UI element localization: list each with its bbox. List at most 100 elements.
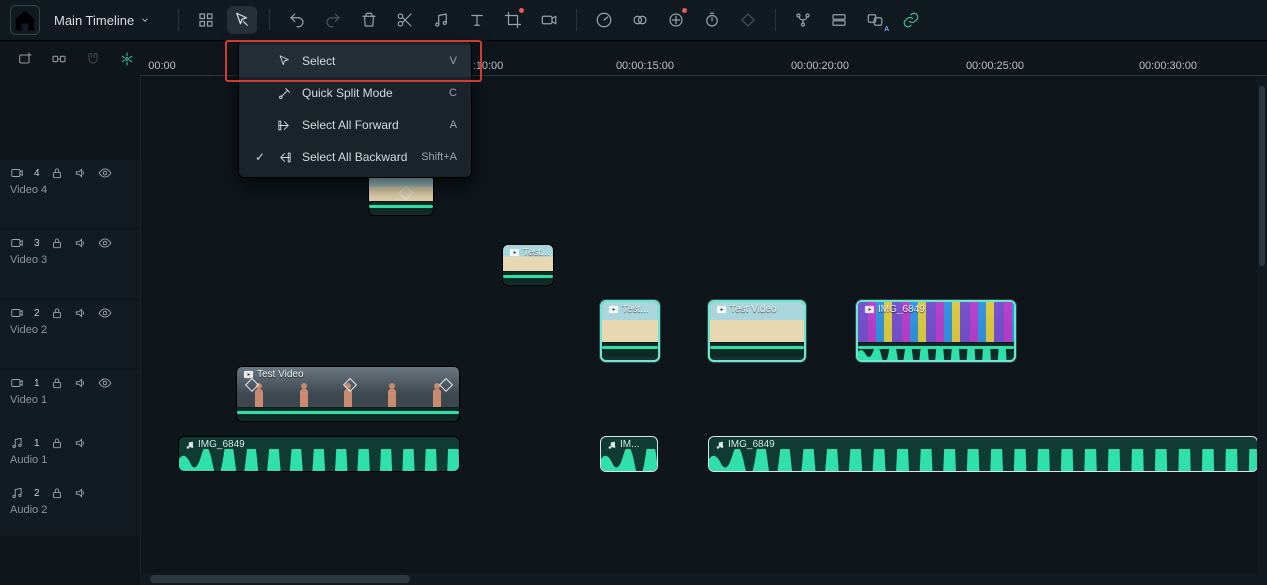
scrollbar-thumb[interactable] bbox=[1259, 86, 1265, 266]
lock-icon bbox=[50, 306, 64, 320]
track-name: Video 3 bbox=[10, 254, 130, 266]
color-button[interactable] bbox=[625, 6, 655, 34]
play-badge-icon bbox=[716, 304, 727, 315]
track-lane-audio2[interactable] bbox=[140, 480, 1267, 524]
undo-button[interactable] bbox=[282, 6, 312, 34]
speed-button[interactable] bbox=[589, 6, 619, 34]
selection-tool-button[interactable] bbox=[227, 6, 257, 34]
eye-icon bbox=[98, 306, 112, 320]
audio-clip-a1a[interactable]: IMG_6849 bbox=[178, 436, 460, 472]
lock-icon bbox=[50, 436, 64, 450]
menu-item-quick-split[interactable]: Quick Split Mode C bbox=[239, 77, 471, 109]
select-backward-icon bbox=[277, 150, 292, 165]
ai-translate-button[interactable]: A bbox=[860, 6, 890, 34]
track-name: Video 4 bbox=[10, 184, 130, 196]
track-name: Video 2 bbox=[10, 324, 130, 336]
clip-v4a[interactable] bbox=[368, 174, 434, 216]
track-header-video1[interactable]: 1 Video 1 bbox=[0, 370, 140, 438]
notification-dot bbox=[519, 8, 524, 13]
audio-clip-a1b[interactable]: IM... bbox=[600, 436, 658, 472]
crop-button[interactable] bbox=[498, 6, 528, 34]
clip-v1a[interactable]: Test Video bbox=[236, 366, 460, 422]
music-track-icon bbox=[10, 436, 24, 450]
crop-icon bbox=[504, 11, 522, 29]
record-button[interactable] bbox=[534, 6, 564, 34]
redo-button[interactable] bbox=[318, 6, 348, 34]
text-button[interactable] bbox=[462, 6, 492, 34]
redo-icon bbox=[324, 11, 342, 29]
clip-v2c[interactable]: IMG_6849 bbox=[856, 300, 1016, 362]
track-name: Audio 2 bbox=[10, 504, 130, 516]
scrollbar-thumb[interactable] bbox=[150, 575, 410, 583]
menu-item-select-backward[interactable]: ✓ Select All Backward Shift+A bbox=[239, 141, 471, 173]
vertical-scrollbar[interactable] bbox=[1257, 76, 1267, 573]
music-badge-icon bbox=[185, 440, 195, 450]
keyframe-button[interactable] bbox=[733, 6, 763, 34]
track-lane-video2[interactable]: Test... Test Video IMG_6849 bbox=[140, 294, 1267, 364]
layout-grid-button[interactable] bbox=[191, 6, 221, 34]
track-lane-audio1[interactable]: IMG_6849 IM... IMG_6849 bbox=[140, 432, 1267, 476]
trash-icon bbox=[360, 11, 378, 29]
branch-icon bbox=[794, 11, 812, 29]
home-icon bbox=[11, 6, 39, 34]
clip-v2a[interactable]: Test... bbox=[600, 300, 660, 362]
delete-button[interactable] bbox=[354, 6, 384, 34]
track-header-audio2[interactable]: 2 Audio 2 bbox=[0, 480, 140, 536]
play-badge-icon bbox=[864, 304, 875, 315]
mute-icon bbox=[74, 376, 88, 390]
top-toolbar: Main Timeline bbox=[0, 0, 1267, 41]
magnet-button[interactable] bbox=[80, 46, 106, 72]
add-track-button[interactable] bbox=[12, 46, 38, 72]
eye-icon bbox=[98, 166, 112, 180]
audio-beat-button[interactable] bbox=[426, 6, 456, 34]
play-badge-icon bbox=[509, 247, 520, 258]
notification-dot bbox=[682, 8, 687, 13]
keyframe-icon bbox=[739, 11, 757, 29]
track-header-video2[interactable]: 2 Video 2 bbox=[0, 300, 140, 368]
link-clips-icon bbox=[51, 51, 67, 67]
ai-fx-button[interactable] bbox=[661, 6, 691, 34]
track-header-video3[interactable]: 3 Video 3 bbox=[0, 230, 140, 298]
clip-v3a[interactable]: Test... bbox=[502, 244, 554, 286]
horizontal-scrollbar[interactable] bbox=[140, 573, 1267, 585]
link-button[interactable] bbox=[896, 6, 926, 34]
ruler-tick: 00:00:15:00 bbox=[616, 60, 674, 72]
blade-icon bbox=[277, 86, 292, 101]
audio-clip-a1c[interactable]: IMG_6849 bbox=[708, 436, 1258, 472]
video-icon bbox=[10, 236, 24, 250]
clip-v2b[interactable]: Test Video bbox=[708, 300, 806, 362]
overlap-icon bbox=[631, 11, 649, 29]
scissors-icon bbox=[396, 11, 414, 29]
chevron-down-icon bbox=[140, 15, 150, 25]
home-button[interactable] bbox=[10, 5, 40, 35]
translate-icon bbox=[866, 11, 884, 29]
ruler-tick: :10:00 bbox=[473, 60, 504, 72]
mute-icon bbox=[74, 306, 88, 320]
track-tool-a[interactable] bbox=[788, 6, 818, 34]
video-icon bbox=[10, 306, 24, 320]
magnet-icon bbox=[85, 51, 101, 67]
separator bbox=[178, 9, 179, 31]
menu-item-select-forward[interactable]: Select All Forward A bbox=[239, 109, 471, 141]
lock-icon bbox=[50, 376, 64, 390]
menu-item-select[interactable]: Select V bbox=[239, 45, 471, 77]
track-name: Audio 1 bbox=[10, 454, 130, 466]
music-badge-icon bbox=[715, 440, 725, 450]
separator bbox=[775, 9, 776, 31]
auto-ripple-button[interactable] bbox=[114, 46, 140, 72]
track-lane-video1[interactable]: Test Video bbox=[140, 366, 1267, 426]
link-clips-button[interactable] bbox=[46, 46, 72, 72]
timeline-title-dropdown[interactable]: Main Timeline bbox=[46, 9, 158, 32]
track-header-video4[interactable]: 4 Video 4 bbox=[0, 160, 140, 228]
track-header-audio1[interactable]: 1 Audio 1 bbox=[0, 430, 140, 486]
ruler-tick: 00:00 bbox=[148, 60, 176, 72]
ruler-tick: 00:00:30:00 bbox=[1139, 60, 1197, 72]
shortcut-label: C bbox=[449, 87, 457, 99]
track-lane-video3[interactable]: Test... bbox=[140, 230, 1267, 300]
timer-button[interactable] bbox=[697, 6, 727, 34]
track-tool-b[interactable] bbox=[824, 6, 854, 34]
shortcut-label: V bbox=[450, 55, 457, 67]
cut-button[interactable] bbox=[390, 6, 420, 34]
link-icon bbox=[902, 11, 920, 29]
shortcut-label: A bbox=[450, 119, 457, 131]
